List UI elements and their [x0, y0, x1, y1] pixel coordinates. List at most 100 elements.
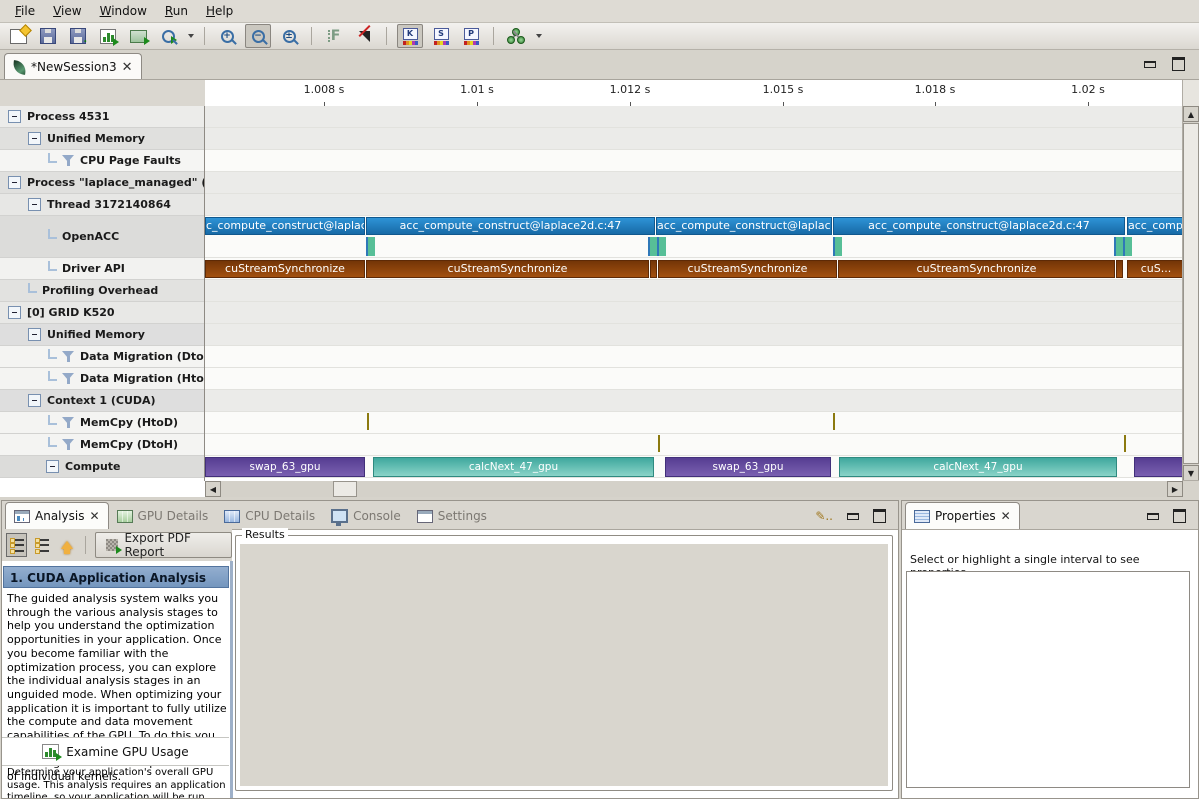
memcpy-interval[interactable] — [658, 435, 660, 452]
kernel-coloring-button[interactable]: K — [397, 24, 423, 48]
track-context-1[interactable] — [205, 390, 1183, 412]
unguided-mode-button[interactable] — [32, 534, 51, 556]
track-cpu-page-faults[interactable] — [205, 150, 1183, 172]
vertical-scroll-thumb[interactable] — [1183, 123, 1199, 464]
menu-view[interactable]: View — [44, 1, 90, 21]
collapse-icon[interactable] — [8, 176, 21, 189]
view-menu-icon[interactable]: ✎.. — [815, 509, 833, 523]
back-up-button[interactable] — [57, 534, 76, 556]
track-data-migration-htod[interactable] — [205, 368, 1183, 390]
tree-row-thread[interactable]: Thread 3172140864 — [0, 194, 204, 216]
tab-session[interactable]: *NewSession3 ✕ — [4, 53, 142, 80]
scroll-down-button[interactable]: ▼ — [1183, 465, 1199, 481]
horizontal-scroll-thumb[interactable] — [333, 481, 357, 497]
openacc-interval[interactable]: acc_compute_construct@laplace2d.c:47 — [833, 217, 1125, 235]
minimize-icon[interactable] — [1147, 513, 1159, 520]
kernel-interval[interactable]: calcNext_47_gpu — [373, 457, 654, 477]
collapse-icon[interactable] — [8, 110, 21, 123]
track-memcpy-dtoh[interactable] — [205, 434, 1183, 456]
close-icon[interactable]: ✕ — [1001, 510, 1011, 523]
menu-help[interactable]: Help — [197, 1, 242, 21]
track-profiling-overhead[interactable] — [205, 280, 1183, 302]
openacc-marker[interactable] — [833, 237, 842, 256]
tab-console[interactable]: Console — [323, 503, 409, 529]
generate-timeline-button[interactable] — [96, 25, 120, 47]
tree-row-process-4531[interactable]: Process 4531 — [0, 106, 204, 128]
filter-icon[interactable] — [62, 350, 75, 363]
goto-marker-button[interactable] — [352, 25, 376, 47]
tree-row-memcpy-htod[interactable]: MemCpy (HtoD) — [0, 412, 204, 434]
minimize-icon[interactable] — [847, 513, 859, 520]
close-icon[interactable]: ✕ — [89, 510, 99, 523]
stream-coloring-button[interactable]: S — [429, 25, 453, 47]
collapse-icon[interactable] — [28, 328, 41, 341]
openacc-marker[interactable] — [657, 237, 666, 256]
maximize-icon[interactable] — [1173, 509, 1186, 523]
kernel-interval[interactable]: swap_63_gpu — [205, 457, 365, 477]
memcpy-interval[interactable] — [367, 413, 369, 430]
driver-interval[interactable]: cuStreamSynchronize — [366, 260, 649, 278]
tree-row-data-migration-htod[interactable]: Data Migration (HtoD) — [0, 368, 204, 390]
tree-row-context-1[interactable]: Context 1 (CUDA) — [0, 390, 204, 412]
tree-row-unified-memory-gpu[interactable]: Unified Memory — [0, 324, 204, 346]
tree-row-process-laplace[interactable]: Process "laplace_managed" (538) — [0, 172, 204, 194]
filter-icon[interactable] — [62, 416, 75, 429]
menu-run[interactable]: Run — [156, 1, 197, 21]
save-all-button[interactable]: ... — [66, 25, 90, 47]
openacc-marker[interactable] — [366, 237, 375, 256]
measure-button[interactable]: F — [322, 25, 346, 47]
tree-row-compute[interactable]: Compute — [0, 456, 204, 478]
track-unified-memory-gpu[interactable] — [205, 324, 1183, 346]
collapse-icon[interactable] — [28, 132, 41, 145]
driver-interval[interactable] — [1116, 260, 1123, 278]
guided-mode-button[interactable] — [6, 533, 27, 557]
examine-gpu-usage-button[interactable]: Examine GPU Usage — [2, 737, 229, 766]
dropdown-caret-icon[interactable] — [536, 34, 542, 38]
openacc-marker[interactable] — [1114, 237, 1123, 256]
filter-icon[interactable] — [62, 372, 75, 385]
driver-interval[interactable]: cuStreamSynchronize — [205, 260, 365, 278]
track-grid-k520[interactable] — [205, 302, 1183, 324]
collapse-icon[interactable] — [8, 306, 21, 319]
openacc-interval[interactable]: acc_comp... — [1127, 217, 1183, 235]
close-icon[interactable]: ✕ — [122, 61, 133, 74]
search-run-button[interactable] — [156, 25, 180, 47]
track-process-4531[interactable] — [205, 106, 1183, 128]
tab-settings[interactable]: Settings — [409, 503, 495, 529]
minimize-icon[interactable] — [1144, 61, 1156, 68]
scroll-left-button[interactable]: ◀ — [205, 481, 221, 497]
dropdown-caret-icon[interactable] — [188, 34, 194, 38]
menu-file[interactable]: File — [6, 1, 44, 21]
tree-row-memcpy-dtoh[interactable]: MemCpy (DtoH) — [0, 434, 204, 456]
process-coloring-button[interactable]: P — [459, 25, 483, 47]
topology-button[interactable] — [504, 25, 528, 47]
zoom-in-button[interactable]: + — [215, 25, 239, 47]
collapse-icon[interactable] — [46, 460, 59, 473]
tab-gpu-details[interactable]: GPU Details — [109, 503, 217, 529]
maximize-icon[interactable] — [1172, 57, 1185, 71]
tree-row-openacc[interactable]: OpenACC — [0, 216, 204, 258]
tree-row-unified-memory[interactable]: Unified Memory — [0, 128, 204, 150]
tree-row-profiling-overhead[interactable]: Profiling Overhead — [0, 280, 204, 302]
track-thread[interactable] — [205, 194, 1183, 216]
tab-properties[interactable]: Properties ✕ — [905, 502, 1020, 529]
openacc-interval[interactable]: acc_compute_construct@laplace2d.c:47 — [366, 217, 655, 235]
openacc-interval[interactable]: acc_compute_construct@laplace... — [656, 217, 832, 235]
driver-interval[interactable]: cuStreamSynchronize — [658, 260, 837, 278]
track-memcpy-htod[interactable] — [205, 412, 1183, 434]
kernel-interval[interactable] — [1134, 457, 1183, 477]
track-compute[interactable]: swap_63_gpu calcNext_47_gpu swap_63_gpu … — [205, 456, 1183, 478]
track-process-laplace[interactable] — [205, 172, 1183, 194]
filter-icon[interactable] — [62, 438, 75, 451]
driver-interval[interactable]: cuS... — [1127, 260, 1183, 278]
tree-row-driver-api[interactable]: Driver API — [0, 258, 204, 280]
save-button[interactable] — [36, 25, 60, 47]
kernel-interval[interactable]: swap_63_gpu — [665, 457, 831, 477]
memcpy-interval[interactable] — [1124, 435, 1126, 452]
tree-row-cpu-page-faults[interactable]: CPU Page Faults — [0, 150, 204, 172]
tree-row-data-migration-dtoh[interactable]: Data Migration (DtoH) — [0, 346, 204, 368]
filter-icon[interactable] — [62, 154, 75, 167]
openacc-marker[interactable] — [1123, 237, 1132, 256]
scroll-right-button[interactable]: ▶ — [1167, 481, 1183, 497]
new-session-button[interactable] — [6, 25, 30, 47]
